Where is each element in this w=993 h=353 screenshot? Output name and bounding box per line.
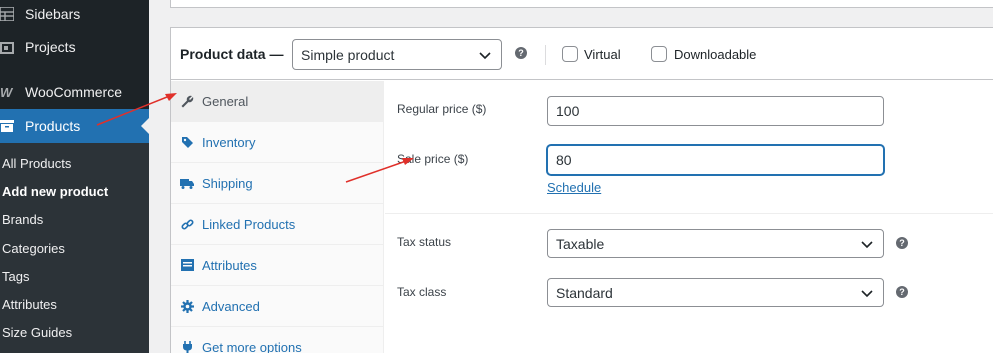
tax-status-value: Taxable [556, 235, 605, 252]
chevron-down-icon [861, 240, 873, 248]
sale-price-input[interactable]: 80 [547, 145, 884, 175]
schedule-link[interactable]: Schedule [547, 180, 601, 195]
chevron-down-icon [861, 289, 873, 297]
section-divider [385, 213, 993, 214]
tab-inventory-label: Inventory [202, 134, 256, 150]
menu-woocommerce[interactable]: W WooCommerce [0, 75, 149, 109]
virtual-checkbox[interactable] [562, 46, 578, 62]
tab-linked-products-label: Linked Products [202, 216, 296, 232]
submenu-add-new-product[interactable]: Add new product [2, 184, 108, 199]
tax-class-label: Tax class [397, 285, 447, 299]
menu-projects-label: Projects [25, 39, 76, 55]
submenu-tags[interactable]: Tags [2, 269, 29, 284]
sale-price-value: 80 [556, 152, 572, 168]
menu-woocommerce-label: WooCommerce [25, 84, 122, 100]
tab-attributes-label: Attributes [202, 257, 257, 273]
gear-icon [180, 299, 194, 313]
virtual-label: Virtual [584, 47, 621, 62]
grid-icon [0, 7, 26, 21]
tag-icon [180, 135, 194, 149]
regular-price-value: 100 [556, 103, 580, 119]
product-type-value: Simple product [301, 46, 395, 63]
list-icon [180, 258, 194, 272]
editor-box-above [170, 0, 993, 8]
woocommerce-icon: W [0, 84, 13, 100]
wrench-icon [180, 94, 194, 108]
tab-shipping-label: Shipping [202, 175, 253, 191]
menu-sidebars-label: Sidebars [25, 6, 81, 22]
tab-get-more-options-label: Get more options [202, 340, 302, 353]
tab-get-more-options[interactable]: Get more options [171, 327, 383, 353]
tab-advanced-label: Advanced [202, 298, 260, 314]
admin-sidebar: Sidebars Projects W WooCommerce Products… [0, 0, 149, 353]
downloadable-checkbox[interactable] [651, 46, 667, 62]
menu-products-label: Products [25, 118, 81, 134]
plugin-icon [180, 341, 194, 353]
tab-general-label: General [202, 93, 249, 109]
products-submenu: All Products Add new product Brands Cate… [0, 143, 149, 353]
help-icon[interactable]: ? [896, 286, 908, 298]
product-type-select[interactable]: Simple product [292, 39, 502, 70]
tax-status-select[interactable]: Taxable [547, 229, 884, 258]
divider [545, 45, 546, 65]
menu-sidebars[interactable]: Sidebars [0, 0, 149, 28]
chevron-down-icon [479, 51, 491, 59]
menu-products[interactable]: Products [0, 109, 149, 143]
help-icon[interactable]: ? [515, 47, 527, 59]
product-data-header: Product data — Simple product ? Virtual … [171, 28, 993, 80]
product-data-metabox: Product data — Simple product ? Virtual … [170, 27, 993, 353]
regular-price-label: Regular price ($) [397, 102, 487, 116]
link-icon [180, 217, 194, 231]
tax-status-label: Tax status [397, 235, 452, 249]
tab-inventory[interactable]: Inventory [171, 122, 383, 163]
tax-class-select[interactable]: Standard [547, 278, 884, 307]
downloadable-label: Downloadable [674, 47, 757, 62]
tab-general[interactable]: General [171, 81, 383, 122]
product-data-tabs: General Inventory Shipping Linked Produc… [171, 81, 384, 353]
tab-advanced[interactable]: Advanced [171, 286, 383, 327]
portfolio-icon [0, 40, 26, 54]
submenu-categories[interactable]: Categories [2, 241, 65, 256]
tab-attributes[interactable]: Attributes [171, 245, 383, 286]
submenu-brands[interactable]: Brands [2, 212, 43, 227]
product-data-title: Product data — [180, 46, 284, 62]
submenu-all-products[interactable]: All Products [2, 156, 71, 171]
sale-price-label: Sale price ($) [397, 152, 469, 166]
tax-class-value: Standard [556, 284, 613, 301]
regular-price-input[interactable]: 100 [547, 96, 884, 126]
menu-projects[interactable]: Projects [0, 30, 149, 64]
truck-icon [180, 176, 194, 190]
submenu-size-guides[interactable]: Size Guides [2, 325, 72, 340]
submenu-attributes[interactable]: Attributes [2, 297, 57, 312]
tab-linked-products[interactable]: Linked Products [171, 204, 383, 245]
help-icon[interactable]: ? [896, 237, 908, 249]
tab-shipping[interactable]: Shipping [171, 163, 383, 204]
archive-icon [0, 120, 26, 132]
